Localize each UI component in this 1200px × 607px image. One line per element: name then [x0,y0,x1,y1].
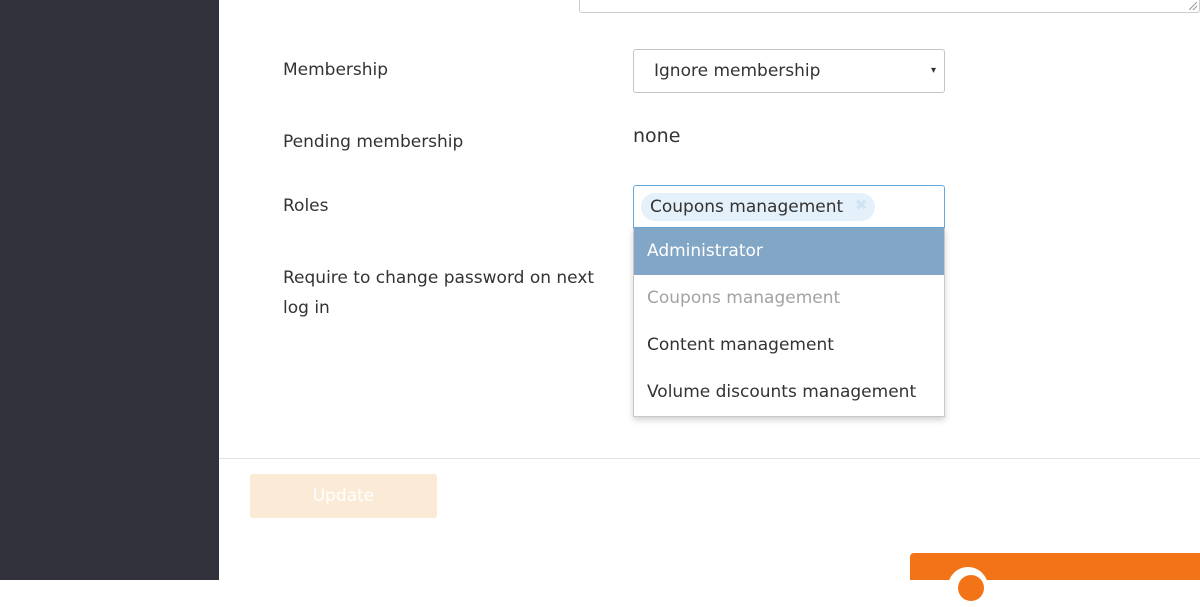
text-area[interactable] [579,0,1200,13]
roles-dropdown: Administrator Coupons management Content… [633,228,945,417]
role-tag-label: Coupons management [650,197,844,217]
pending-membership-value: none [633,125,681,147]
role-option-volume-discounts-management[interactable]: Volume discounts management [634,369,944,416]
require-password-change-label: Require to change password on next log i… [283,268,595,318]
pending-membership-label: Pending membership [283,132,464,152]
chevron-down-icon: ▾ [930,65,936,76]
role-option-content-management[interactable]: Content management [634,322,944,369]
membership-selected-value: Ignore membership [654,61,821,81]
roles-multiselect[interactable]: Coupons management ✖ [633,185,945,228]
chat-widget[interactable] [910,553,1200,607]
roles-label: Roles [283,196,329,216]
role-option-coupons-management: Coupons management [647,288,841,308]
membership-label: Membership [283,60,389,80]
remove-tag-icon[interactable]: ✖ [853,197,869,213]
resize-grip-icon[interactable] [1189,2,1197,10]
chat-icon[interactable] [948,567,988,607]
form-divider [219,458,1200,459]
update-button[interactable]: Update [250,474,437,518]
membership-select[interactable]: Ignore membership ▾ [633,49,945,93]
role-tag: Coupons management ✖ [641,193,876,221]
role-option-administrator[interactable]: Administrator [634,228,944,275]
sidebar [0,0,219,580]
